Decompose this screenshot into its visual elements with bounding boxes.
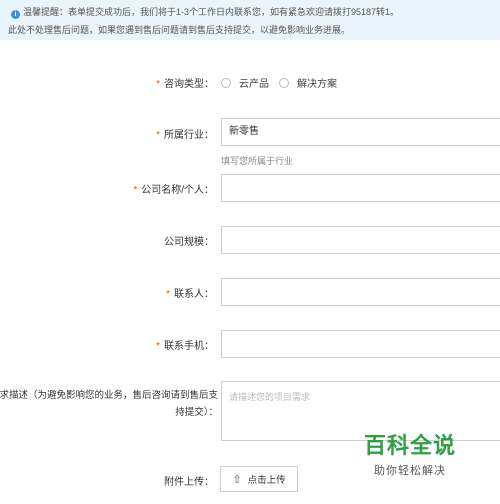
required-mark: * (156, 79, 160, 90)
radio-circle[interactable] (279, 77, 289, 88)
radio-label: 云产品 (239, 79, 269, 90)
upload-button-label: 点击上传 (247, 475, 286, 486)
company-name-input[interactable] (221, 174, 500, 202)
company-size-label: 公司规模： (164, 237, 214, 248)
info-icon: i (11, 10, 20, 19)
notice-line-2: 此处不处理售后问题，如果您遇到售后问题请到售后支持提交，以避免影响业务进展。 (8, 25, 351, 35)
company-size-input[interactable] (221, 226, 500, 254)
radio-solution[interactable]: 解决方案 (279, 75, 337, 90)
upload-icon: ⇧ (232, 473, 242, 486)
industry-hint: 填写您所属于行业 (221, 156, 294, 166)
watermark-sub: 助你轻松解决 (374, 465, 446, 477)
description-label: 需求描述（为避免影响您的业务，售后咨询请到售后支持提交）： (0, 390, 218, 418)
radio-circle[interactable] (221, 77, 231, 88)
watermark-logo: 百科全说 助你轻松解决 (335, 428, 485, 478)
notice-line-1: i 温馨提醒：表单提交成功后，我们将于1-3个工作日内联系您，如有紧急欢迎请拨打9… (11, 5, 399, 19)
contact-input[interactable] (221, 278, 500, 306)
watermark-main: 百科全说 (363, 433, 456, 458)
radio-label: 解决方案 (297, 79, 337, 90)
required-mark: * (166, 289, 170, 300)
radio-cloud-product[interactable]: 云产品 (221, 75, 269, 90)
industry-input[interactable]: 新零售 (221, 118, 500, 146)
phone-input[interactable] (221, 330, 500, 358)
notice-text-1: 温馨提醒：表单提交成功后，我们将于1-3个工作日内联系您，如有紧急欢迎请拨打95… (23, 7, 400, 17)
required-mark: * (156, 130, 160, 141)
industry-label: * 所属行业： (156, 130, 214, 141)
company-name-label: * 公司名称/个人： (133, 185, 214, 196)
inquiry-type-label: * 咨询类型： (156, 79, 214, 90)
notice-banner: i 温馨提醒：表单提交成功后，我们将于1-3个工作日内联系您，如有紧急欢迎请拨打9… (0, 0, 500, 40)
contact-label: * 联系人： (166, 289, 214, 300)
attachment-label: 附件上传： (164, 477, 214, 488)
required-mark: * (156, 341, 160, 352)
upload-button[interactable]: ⇧ 点击上传 (220, 466, 298, 492)
phone-label: * 联系手机： (156, 341, 214, 352)
required-mark: * (133, 185, 138, 196)
